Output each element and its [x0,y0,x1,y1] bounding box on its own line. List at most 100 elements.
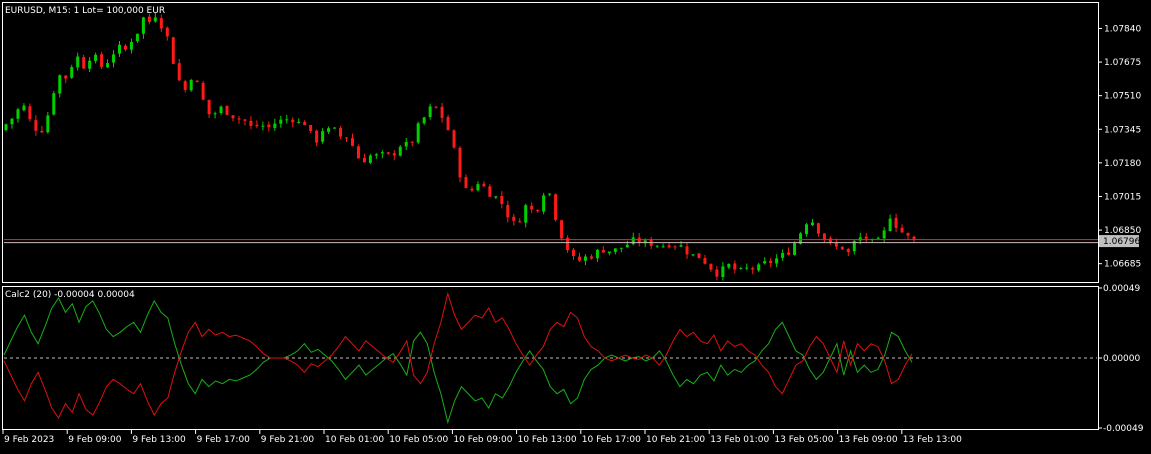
candle[interactable] [560,219,564,241]
candle[interactable] [118,40,122,57]
candle[interactable] [225,105,229,116]
candle[interactable] [58,74,62,98]
candle[interactable] [739,266,743,270]
candle[interactable] [793,241,797,256]
candle[interactable] [46,112,50,134]
candle[interactable] [333,127,337,129]
indicator-plot[interactable] [3,291,1097,425]
candle[interactable] [40,125,44,134]
candle[interactable] [16,107,20,123]
candle[interactable] [464,174,468,189]
candle[interactable] [613,248,617,255]
candle[interactable] [410,141,414,147]
chart-canvas[interactable]: 1.07840 1.07675 1.07510 1.07345 1.07180 1.070… [0,0,1151,450]
candle[interactable] [888,214,892,232]
candle[interactable] [583,254,587,266]
candle[interactable] [195,79,199,83]
candle[interactable] [297,118,301,124]
candle[interactable] [715,265,719,281]
candle[interactable] [733,260,737,274]
candle[interactable] [601,246,605,253]
candle[interactable] [846,248,850,257]
candle[interactable] [816,222,820,237]
indicator-series-red[interactable] [3,291,913,420]
candle[interactable] [440,103,444,123]
candle[interactable] [428,103,432,120]
candle[interactable] [22,103,26,112]
candle[interactable] [745,263,749,271]
candle[interactable] [852,239,856,255]
candle[interactable] [380,150,384,159]
candle[interactable] [279,115,283,128]
candle[interactable] [554,193,558,222]
candle[interactable] [171,36,175,64]
candle[interactable] [822,233,826,243]
candle[interactable] [213,111,217,119]
candle[interactable] [542,192,546,215]
candle[interactable] [804,222,808,237]
candle[interactable] [273,118,277,131]
candle[interactable] [566,235,570,253]
candle[interactable] [572,247,576,260]
candle[interactable] [476,181,480,192]
main-plot[interactable] [4,12,1098,281]
candle[interactable] [207,99,211,119]
candle[interactable] [34,115,38,136]
candle[interactable] [315,129,319,147]
candle[interactable] [106,59,110,69]
candle[interactable] [518,218,522,223]
candle[interactable] [243,118,247,126]
candle[interactable] [512,213,516,226]
candle[interactable] [500,191,504,209]
candle[interactable] [4,123,8,132]
candle[interactable] [625,240,629,248]
candle[interactable] [368,153,372,165]
candle[interactable] [422,116,426,126]
candle[interactable] [237,115,241,124]
candle[interactable] [345,137,349,143]
candle[interactable] [165,26,169,41]
candle[interactable] [285,114,289,124]
candle[interactable] [64,75,68,84]
candle[interactable] [667,242,671,249]
candle[interactable] [321,128,325,144]
candle[interactable] [76,52,80,71]
candle[interactable] [201,80,205,101]
candle[interactable] [494,195,498,200]
candle[interactable] [70,64,74,79]
candle[interactable] [404,137,408,151]
candle[interactable] [28,103,32,122]
candle[interactable] [828,236,832,245]
candle[interactable] [595,248,599,262]
candle[interactable] [781,249,785,261]
candle[interactable] [763,257,767,265]
candle[interactable] [183,79,187,93]
candle[interactable] [416,121,420,145]
candle[interactable] [189,78,193,92]
candle[interactable] [482,181,486,187]
candle[interactable] [141,16,145,39]
chart-window[interactable]: 1.07840 1.07675 1.07510 1.07345 1.07180 1.070… [0,0,1151,450]
candle[interactable] [362,153,366,163]
candle[interactable] [709,263,713,273]
candle[interactable] [685,242,689,259]
candle[interactable] [309,124,313,133]
candle[interactable] [356,144,360,159]
candle[interactable] [906,232,910,240]
candle[interactable] [470,186,474,192]
candle[interactable] [392,150,396,161]
candle[interactable] [703,254,707,265]
candle[interactable] [661,243,665,248]
candle[interactable] [177,58,181,82]
candle[interactable] [775,254,779,268]
candle[interactable] [10,118,14,129]
candle[interactable] [506,200,510,223]
candle[interactable] [894,213,898,232]
price-axis[interactable]: 1.07840 1.07675 1.07510 1.07345 1.07180 1.070… [1098,24,1141,270]
candle[interactable] [577,252,581,262]
candle[interactable] [488,184,492,197]
candle[interactable] [673,245,677,251]
candle[interactable] [900,224,904,233]
candle[interactable] [810,218,814,227]
candle[interactable] [123,44,127,52]
